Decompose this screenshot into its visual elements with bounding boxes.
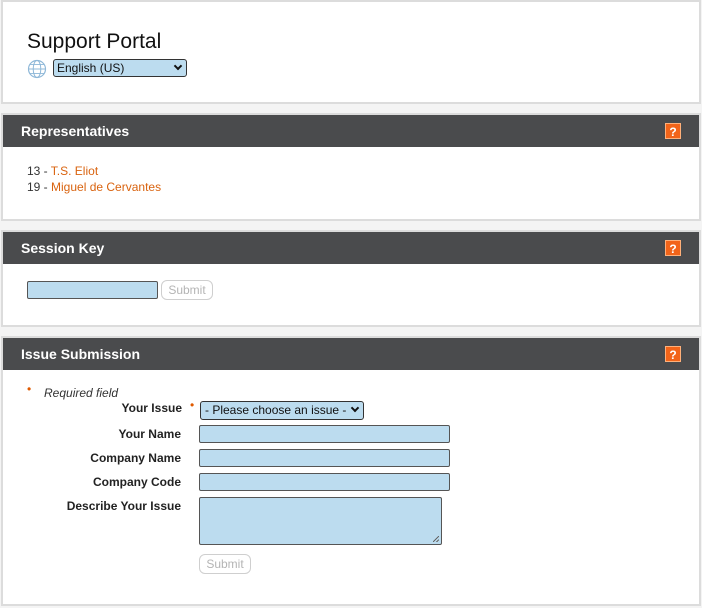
issue-submission-title: Issue Submission [21, 346, 141, 362]
company-code-label: Company Code [92, 475, 181, 489]
help-icon[interactable]: ? [665, 240, 681, 256]
issue-select[interactable]: - Please choose an issue - [200, 401, 364, 420]
help-icon[interactable]: ? [665, 123, 681, 139]
representatives-header: Representatives ? [3, 115, 699, 147]
rep-id: 13 - [27, 164, 51, 178]
chevron-down-icon [173, 61, 183, 71]
rep-link-ts-eliot[interactable]: T.S. Eliot [51, 164, 98, 178]
company-name-label: Company Name [90, 451, 181, 465]
session-key-panel: Session Key ? Submit [1, 230, 701, 327]
session-key-header: Session Key ? [3, 232, 699, 264]
header-panel: Support Portal English (US) [1, 0, 701, 104]
language-select[interactable]: English (US) [53, 59, 187, 77]
session-key-title: Session Key [21, 240, 105, 256]
required-marker: • [190, 398, 195, 412]
representatives-title: Representatives [21, 123, 130, 139]
globe-icon [27, 59, 47, 79]
describe-issue-label: Describe Your Issue [66, 499, 181, 513]
session-key-input[interactable] [27, 281, 158, 299]
language-selected: English (US) [57, 61, 125, 75]
company-name-input[interactable] [199, 449, 450, 467]
describe-issue-textarea[interactable] [199, 497, 442, 545]
rep-link-miguel-de-cervantes[interactable]: Miguel de Cervantes [51, 180, 161, 194]
required-field-note: Required field [44, 386, 119, 400]
chevron-down-icon [350, 403, 360, 413]
your-issue-label: Your Issue [121, 401, 182, 415]
list-item: 13 - T.S. Eliot [27, 164, 98, 178]
rep-id: 19 - [27, 180, 52, 194]
help-icon[interactable]: ? [665, 346, 681, 362]
resize-handle-icon[interactable] [433, 536, 439, 542]
issue-submission-panel: Issue Submission ? • Required field Your… [1, 336, 701, 606]
your-name-input[interactable] [199, 425, 450, 443]
issue-selected: - Please choose an issue - [205, 403, 347, 417]
required-marker: • [27, 382, 32, 396]
list-item: 19 - Miguel de Cervantes [27, 180, 161, 194]
issue-submission-header: Issue Submission ? [3, 338, 699, 370]
your-name-label: Your Name [118, 427, 181, 441]
issue-submit-button[interactable]: Submit [199, 554, 251, 574]
company-code-input[interactable] [199, 473, 450, 491]
session-key-submit-button[interactable]: Submit [161, 280, 213, 300]
representatives-panel: Representatives ? 13 - T.S. Eliot 19 - M… [1, 113, 701, 221]
page-title: Support Portal [27, 30, 162, 53]
